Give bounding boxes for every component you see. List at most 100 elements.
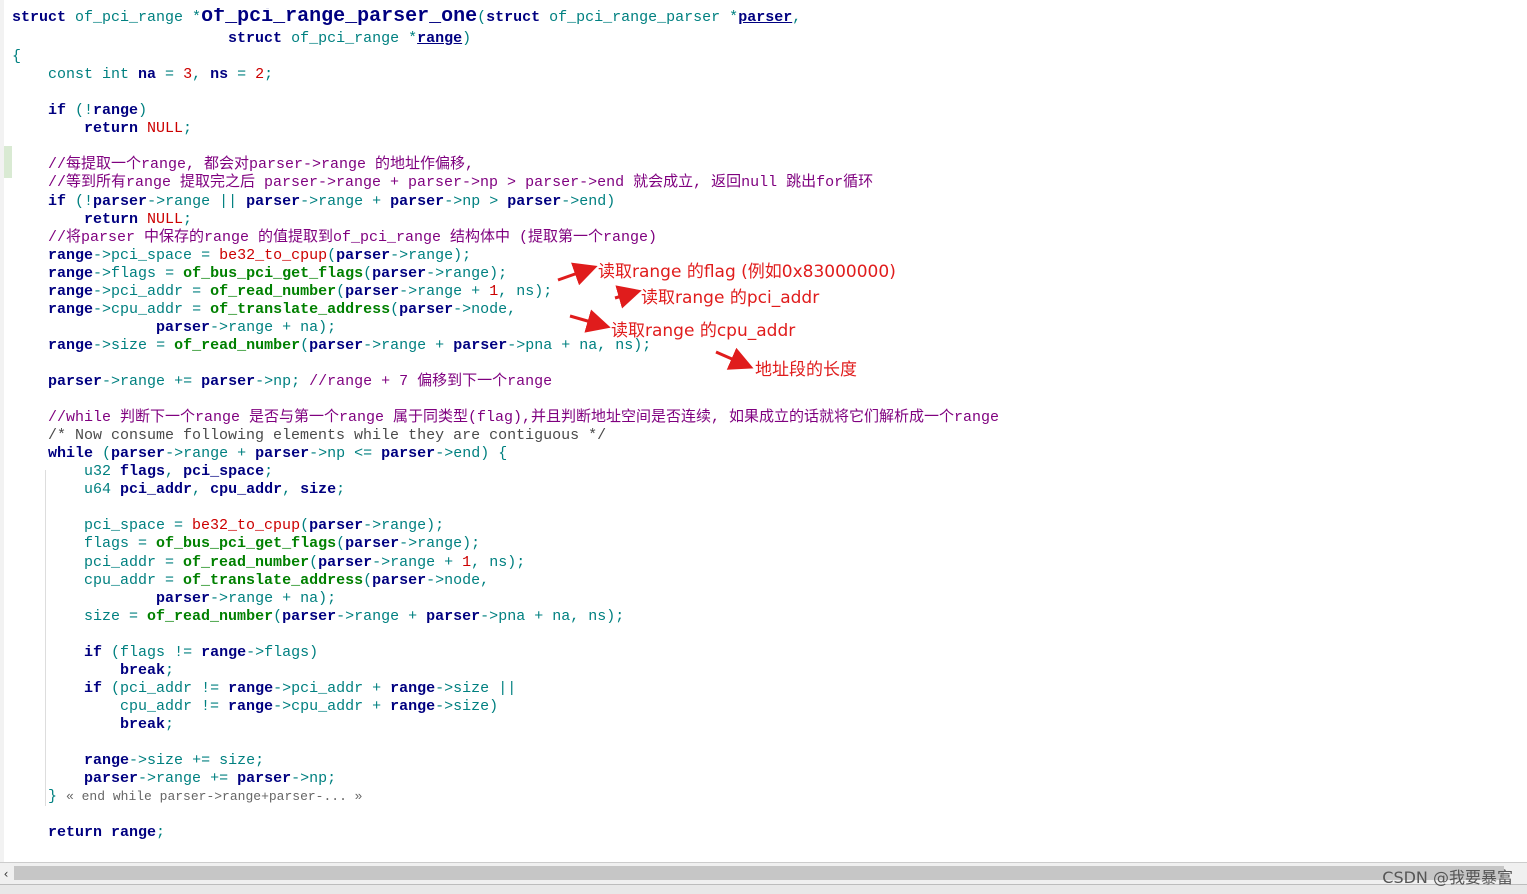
code-token: of_pci_range_parser_one (201, 8, 478, 28)
code-token: return (84, 120, 148, 138)
code-line[interactable]: range->pci_space = be32_to_cpup(parser->… (12, 247, 471, 265)
code-token: * (192, 9, 202, 26)
editor-gutter (0, 0, 12, 862)
code-line[interactable]: break; (12, 662, 174, 680)
code-token: ( (390, 300, 400, 318)
code-token: pci_space (12, 517, 175, 535)
code-line[interactable]: if (flags != range->flags) (12, 644, 318, 662)
code-line[interactable]: flags = of_bus_pci_get_flags(parser->ran… (12, 535, 480, 553)
code-token: u32 (12, 463, 121, 481)
code-editor[interactable]: struct of_pci_range *of_pci_range_parser… (12, 8, 1527, 858)
code-token: range (417, 30, 463, 48)
code-token: ( (363, 264, 373, 282)
code-token: > (489, 192, 508, 210)
code-token: = (192, 300, 211, 318)
code-line[interactable]: return range; (12, 824, 165, 842)
code-line[interactable]: const int na = 3, ns = 2; (12, 66, 273, 84)
code-line[interactable]: struct of_pci_range *of_pci_range_parser… (12, 8, 801, 32)
code-token: range (228, 679, 274, 697)
code-token: ; (165, 715, 175, 733)
code-token: range (381, 336, 436, 354)
code-token: ); (318, 589, 337, 607)
code-line[interactable]: //等到所有range 提取完之后 parser->range + parser… (12, 174, 873, 192)
code-token: parser (93, 192, 148, 210)
code-token: -> (399, 282, 418, 300)
code-token: range (84, 752, 130, 770)
code-token: ; (336, 481, 346, 499)
code-token: range (390, 553, 445, 571)
code-token: parser (507, 192, 562, 210)
code-line[interactable]: parser->range + na); (12, 590, 336, 608)
code-token: ( (327, 246, 337, 264)
code-token: { (12, 48, 22, 66)
code-line[interactable]: cpu_addr = of_translate_address(parser->… (12, 572, 489, 590)
code-token: -> (300, 192, 319, 210)
code-line[interactable]: u32 flags, pci_space; (12, 463, 273, 481)
code-token: range (165, 192, 220, 210)
code-token: ( (477, 9, 487, 26)
code-token: if (84, 679, 112, 697)
code-line[interactable]: u64 pci_addr, cpu_addr, size; (12, 481, 345, 499)
code-line[interactable]: parser->range + na); (12, 319, 336, 337)
code-token: parser (336, 246, 391, 264)
code-line[interactable]: { (12, 48, 21, 66)
code-token: + (408, 607, 427, 625)
code-token: parser (255, 445, 310, 463)
code-line[interactable]: pci_space = be32_to_cpup(parser->range); (12, 517, 444, 535)
code-token: ; (156, 824, 166, 842)
code-line[interactable]: if (!range) (12, 102, 147, 120)
code-line[interactable]: //while 判断下一个range 是否与第一个range 属于同类型(fla… (12, 409, 999, 427)
code-line[interactable]: range->pci_addr = of_read_number(parser-… (12, 283, 552, 301)
code-line[interactable]: size = of_read_number(parser->range + pa… (12, 608, 624, 626)
code-line[interactable]: struct of_pci_range *range) (12, 30, 471, 48)
code-token: -> (363, 517, 382, 535)
code-token: pci_space (111, 246, 202, 264)
code-token: -> (93, 300, 112, 318)
code-line[interactable]: } « end while parser->range+parser-... » (12, 788, 362, 806)
code-line[interactable]: //每提取一个range, 都会对parser->range 的地址作偏移, (12, 156, 474, 174)
code-token: -> (255, 373, 274, 390)
code-line[interactable]: parser->range += parser->np; (12, 770, 336, 788)
code-token: , (498, 282, 517, 300)
code-token: + (372, 679, 391, 697)
code-line[interactable]: while (parser->range + parser->np <= par… (12, 445, 507, 463)
code-token: -> (336, 607, 355, 625)
code-token: , (192, 481, 211, 499)
code-line[interactable]: if (pci_addr != range->pci_addr + range-… (12, 680, 516, 698)
code-line[interactable]: /* Now consume following elements while … (12, 427, 606, 445)
code-line[interactable]: cpu_addr != range->cpu_addr + range->siz… (12, 698, 498, 716)
code-token: pci_addr (291, 679, 373, 697)
annotation-size: 地址段的长度 (755, 360, 857, 380)
code-line[interactable]: return NULL; (12, 211, 192, 229)
horizontal-scrollbar[interactable]: ‹ (0, 862, 1527, 885)
code-token: parser (237, 770, 292, 788)
code-token: na (138, 66, 157, 84)
scrollbar-thumb[interactable] (14, 866, 1504, 880)
code-token: = (138, 535, 157, 553)
scroll-left-icon[interactable]: ‹ (0, 865, 12, 883)
code-line[interactable]: range->flags = of_bus_pci_get_flags(pars… (12, 265, 507, 283)
code-line[interactable]: break; (12, 716, 174, 734)
code-token: ); (507, 553, 526, 571)
code-token: + (282, 589, 301, 607)
code-line[interactable]: range->size = of_read_number(parser->ran… (12, 337, 651, 355)
code-line[interactable]: return NULL; (12, 120, 192, 138)
code-line[interactable]: range->cpu_addr = of_translate_address(p… (12, 301, 516, 319)
code-token: na (300, 589, 319, 607)
code-line[interactable]: range->size += size; (12, 752, 264, 770)
code-token: + (372, 192, 391, 210)
code-token: pci_addr (111, 282, 193, 300)
code-token: size (219, 752, 256, 770)
code-line[interactable]: if (!parser->range || parser->range + pa… (12, 193, 615, 211)
code-token: range (381, 517, 427, 535)
code-token: 3 (183, 66, 193, 84)
code-token: /* Now consume following elements while … (12, 427, 607, 445)
code-line[interactable]: parser->range += parser->np; //range + 7… (12, 373, 552, 391)
code-token: -> (426, 264, 445, 282)
code-line[interactable]: pci_addr = of_read_number(parser->range … (12, 554, 525, 572)
code-line[interactable]: //将parser 中保存的range 的值提取到of_pci_range 结构… (12, 229, 657, 247)
code-token: -> (480, 607, 499, 625)
